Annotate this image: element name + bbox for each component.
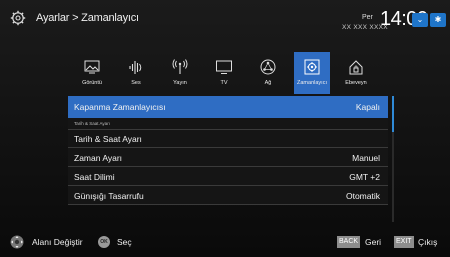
tab-network[interactable]: Ağ [250,52,286,94]
day-label: Per [362,14,373,21]
row-label: Kapanma Zamanlayıcısı [74,102,166,112]
parental-lock-icon [349,60,363,75]
tab-broadcast[interactable]: Yayın [162,52,198,94]
tab-label: Zamanlayıcı [297,80,327,86]
chevron-down-icon[interactable]: ⌄ [412,13,428,27]
broadcast-icon [172,59,188,74]
exit-key-icon: EXIT [394,236,414,248]
network-icon [260,59,276,75]
header: Ayarlar > Zamanlayıcı Per XX XXX XXXX 14… [0,0,450,44]
back-key-icon: BACK [337,236,361,248]
scrollbar[interactable] [392,96,394,222]
tab-picture[interactable]: Görüntü [74,52,110,94]
select-hint-label: Seç [117,237,132,247]
footer-hints: Alanı Değiştir OK Seç BACK Geri EXIT Çık… [0,228,450,257]
list-item-date-time[interactable]: Tarih & Saat Ayarı [68,130,388,148]
row-label: Zaman Ayarı [74,153,123,163]
bluetooth-icon[interactable]: ✱ [430,13,446,27]
row-label: Günışığı Tasarrufu [74,191,144,201]
settings-screen: Ayarlar > Zamanlayıcı Per XX XXX XXXX 14… [0,0,450,257]
row-label: Saat Dilimi [74,172,115,182]
row-value: Otomatik [345,191,380,201]
gear-icon [10,10,26,26]
list-item-daylight-saving[interactable]: Günışığı Tasarrufu Otomatik [68,186,388,205]
row-value: GMT +2 [349,172,380,182]
list-item-sleep-timer[interactable]: Kapanma Zamanlayıcısı Kapalı [68,96,388,118]
tv-icon [216,60,232,74]
tab-label: Ses [131,80,141,86]
scrollbar-thumb[interactable] [392,96,394,132]
tab-label: Görüntü [82,80,102,86]
list-item-time-zone[interactable]: Saat Dilimi GMT +2 [68,167,388,186]
tab-label: Ebeveyn [345,80,367,86]
ok-button-icon: OK [98,236,110,248]
tab-timer[interactable]: Zamanlayıcı [294,52,330,94]
section-label: Tarih & Saat Ayarı [74,121,110,126]
tab-tv[interactable]: TV [206,52,242,94]
tab-label: TV [220,80,228,86]
move-hint-label: Alanı Değiştir [32,237,83,247]
tab-label: Yayın [173,80,187,86]
back-hint-label: Geri [365,237,382,247]
sound-icon [129,61,142,74]
row-value: Kapalı [355,102,380,112]
picture-icon [84,60,100,74]
row-value: Manuel [352,153,380,163]
tab-sound[interactable]: Ses [118,52,154,94]
breadcrumb: Ayarlar > Zamanlayıcı [36,12,139,24]
settings-list: Kapanma Zamanlayıcısı Kapalı Tarih & Saa… [68,96,388,222]
list-item-time-setting[interactable]: Zaman Ayarı Manuel [68,148,388,167]
exit-hint-label: Çıkış [418,237,438,247]
timer-icon [304,59,320,75]
category-tabs: Görüntü Ses Yayın TV Ağ Zamanlayıcı Ebev… [74,52,394,94]
dpad-icon [10,235,24,249]
row-label: Tarih & Saat Ayarı [74,134,142,144]
tab-parental[interactable]: Ebeveyn [338,52,374,94]
tab-label: Ağ [264,80,272,86]
section-header: Tarih & Saat Ayarı [68,118,388,130]
